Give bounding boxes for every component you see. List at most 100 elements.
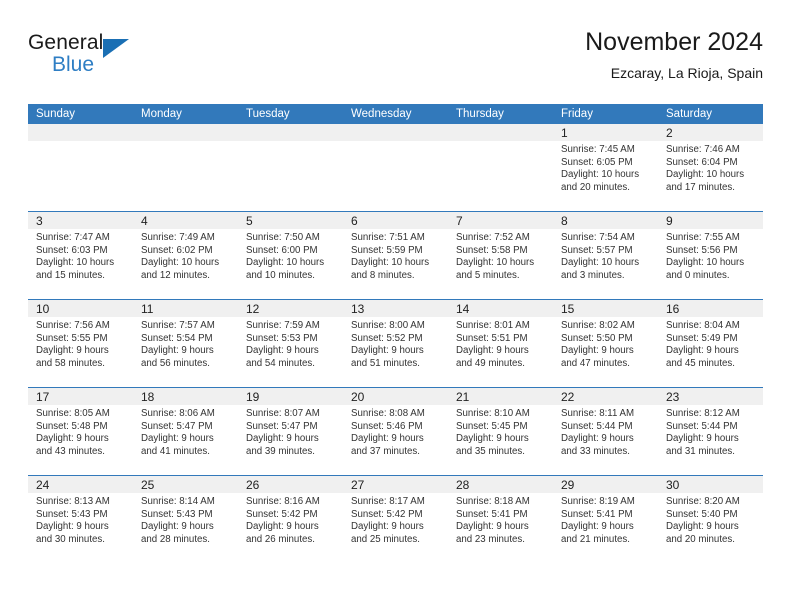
calendar-day-cell[interactable]: 9 Sunrise: 7:55 AM Sunset: 5:56 PM Daylight… (658, 212, 763, 299)
day-sun-info: Sunrise: 8:01 AM Sunset: 5:51 PM Daylight:… (448, 317, 553, 370)
day-sun-info: Sunrise: 7:50 AM Sunset: 6:00 PM Daylight:… (238, 229, 343, 282)
daylight-text-line2: and 12 minutes. (141, 269, 210, 281)
day-number: 3 (36, 214, 43, 228)
weekday-header-saturday: Saturday (666, 108, 713, 120)
calendar-day-cell[interactable]: 19 Sunrise: 8:07 AM Sunset: 5:47 PM Dayligh… (238, 388, 343, 475)
day-number: 22 (561, 390, 575, 404)
calendar-day-cell[interactable]: 3 Sunrise: 7:47 AM Sunset: 6:03 PM Daylight… (28, 212, 133, 299)
calendar-day-cell[interactable]: 15 Sunrise: 8:02 AM Sunset: 5:50 PM Dayligh… (553, 300, 658, 387)
daylight-text-line2: and 49 minutes. (456, 357, 525, 369)
calendar-day-cell[interactable]: 20 Sunrise: 8:08 AM Sunset: 5:46 PM Dayligh… (343, 388, 448, 475)
calendar-day-cell[interactable]: 11 Sunrise: 7:57 AM Sunset: 5:54 PM Dayligh… (133, 300, 238, 387)
calendar-day-cell[interactable]: 7 Sunrise: 7:52 AM Sunset: 5:58 PM Daylight… (448, 212, 553, 299)
daylight-text-line2: and 21 minutes. (561, 533, 630, 545)
daylight-text-line1: Daylight: 10 hours (351, 257, 430, 269)
day-sun-info: Sunrise: 8:02 AM Sunset: 5:50 PM Daylight:… (553, 317, 658, 370)
day-number-band (28, 124, 133, 141)
sunrise-text: Sunrise: 8:16 AM (246, 496, 320, 507)
calendar-day-cell[interactable]: 25 Sunrise: 8:14 AM Sunset: 5:43 PM Dayligh… (133, 476, 238, 563)
calendar-day-cell[interactable]: 28 Sunrise: 8:18 AM Sunset: 5:41 PM Dayligh… (448, 476, 553, 563)
daylight-text-line1: Daylight: 9 hours (141, 345, 214, 357)
sunrise-text: Sunrise: 8:11 AM (561, 408, 635, 419)
calendar-day-cell[interactable]: 12 Sunrise: 7:59 AM Sunset: 5:53 PM Dayligh… (238, 300, 343, 387)
sunset-text: Sunset: 6:02 PM (141, 244, 213, 256)
day-number-band: 7 (448, 212, 553, 229)
calendar-day-cell[interactable]: 1 Sunrise: 7:45 AM Sunset: 6:05 PM Daylight… (553, 124, 658, 211)
daylight-text-line2: and 56 minutes. (141, 357, 210, 369)
sunset-text: Sunset: 5:46 PM (351, 420, 423, 432)
sunset-text: Sunset: 5:50 PM (561, 332, 633, 344)
general-blue-logo[interactable]: General Blue (28, 30, 188, 86)
day-number-band: 30 (658, 476, 763, 493)
day-number-band: 23 (658, 388, 763, 405)
calendar-day-cell[interactable]: 10 Sunrise: 7:56 AM Sunset: 5:55 PM Dayligh… (28, 300, 133, 387)
daylight-text-line2: and 3 minutes. (561, 269, 625, 281)
daylight-text-line1: Daylight: 9 hours (246, 345, 319, 357)
daylight-text-line2: and 47 minutes. (561, 357, 630, 369)
calendar-day-cell[interactable]: 26 Sunrise: 8:16 AM Sunset: 5:42 PM Dayligh… (238, 476, 343, 563)
calendar-week-row: 1 Sunrise: 7:45 AM Sunset: 6:05 PM Daylight… (28, 124, 763, 211)
day-number: 4 (141, 214, 148, 228)
calendar-day-cell[interactable]: 22 Sunrise: 8:11 AM Sunset: 5:44 PM Dayligh… (553, 388, 658, 475)
daylight-text-line1: Daylight: 10 hours (666, 169, 745, 181)
day-number: 15 (561, 302, 575, 316)
calendar-day-cell[interactable]: 27 Sunrise: 8:17 AM Sunset: 5:42 PM Dayligh… (343, 476, 448, 563)
day-sun-info: Sunrise: 7:51 AM Sunset: 5:59 PM Daylight:… (343, 229, 448, 282)
calendar-day-cell[interactable]: 21 Sunrise: 8:10 AM Sunset: 5:45 PM Dayligh… (448, 388, 553, 475)
calendar-day-cell[interactable]: 29 Sunrise: 8:19 AM Sunset: 5:41 PM Dayligh… (553, 476, 658, 563)
sunset-text: Sunset: 5:55 PM (36, 332, 108, 344)
day-number: 18 (141, 390, 155, 404)
sunset-text: Sunset: 5:48 PM (36, 420, 108, 432)
calendar-day-cell[interactable]: 14 Sunrise: 8:01 AM Sunset: 5:51 PM Dayligh… (448, 300, 553, 387)
daylight-text-line2: and 35 minutes. (456, 445, 525, 457)
day-sun-info: Sunrise: 8:05 AM Sunset: 5:48 PM Daylight:… (28, 405, 133, 458)
day-number: 10 (36, 302, 50, 316)
day-sun-info: Sunrise: 8:00 AM Sunset: 5:52 PM Daylight:… (343, 317, 448, 370)
calendar-day-cell[interactable]: 18 Sunrise: 8:06 AM Sunset: 5:47 PM Dayligh… (133, 388, 238, 475)
sunrise-text: Sunrise: 7:55 AM (666, 232, 740, 243)
day-sun-info: Sunrise: 8:06 AM Sunset: 5:47 PM Daylight:… (133, 405, 238, 458)
calendar-day-cell[interactable]: 30 Sunrise: 8:20 AM Sunset: 5:40 PM Dayligh… (658, 476, 763, 563)
calendar-day-cell-empty (343, 124, 448, 211)
calendar-day-cell[interactable]: 8 Sunrise: 7:54 AM Sunset: 5:57 PM Daylight… (553, 212, 658, 299)
calendar-day-cell[interactable]: 13 Sunrise: 8:00 AM Sunset: 5:52 PM Dayligh… (343, 300, 448, 387)
sunset-text: Sunset: 5:44 PM (561, 420, 633, 432)
day-sun-info: Sunrise: 8:13 AM Sunset: 5:43 PM Daylight:… (28, 493, 133, 546)
sunset-text: Sunset: 6:03 PM (36, 244, 108, 256)
calendar-day-cell[interactable]: 6 Sunrise: 7:51 AM Sunset: 5:59 PM Daylight… (343, 212, 448, 299)
calendar-day-cell[interactable]: 23 Sunrise: 8:12 AM Sunset: 5:44 PM Dayligh… (658, 388, 763, 475)
day-number: 9 (666, 214, 673, 228)
daylight-text-line2: and 41 minutes. (141, 445, 210, 457)
day-sun-info: Sunrise: 7:52 AM Sunset: 5:58 PM Daylight:… (448, 229, 553, 282)
calendar-day-cell[interactable]: 17 Sunrise: 8:05 AM Sunset: 5:48 PM Dayligh… (28, 388, 133, 475)
day-number-band: 22 (553, 388, 658, 405)
daylight-text-line2: and 37 minutes. (351, 445, 420, 457)
daylight-text-line1: Daylight: 9 hours (36, 433, 109, 445)
day-sun-info: Sunrise: 8:11 AM Sunset: 5:44 PM Daylight:… (553, 405, 658, 458)
day-number: 30 (666, 478, 680, 492)
sunset-text: Sunset: 5:56 PM (666, 244, 738, 256)
sunset-text: Sunset: 5:57 PM (561, 244, 633, 256)
daylight-text-line1: Daylight: 9 hours (141, 521, 214, 533)
day-number-band: 3 (28, 212, 133, 229)
sunset-text: Sunset: 5:40 PM (666, 508, 738, 520)
daylight-text-line1: Daylight: 9 hours (456, 345, 529, 357)
sunrise-text: Sunrise: 7:59 AM (246, 320, 320, 331)
day-sun-info: Sunrise: 7:57 AM Sunset: 5:54 PM Daylight:… (133, 317, 238, 370)
calendar-day-cell[interactable]: 24 Sunrise: 8:13 AM Sunset: 5:43 PM Dayligh… (28, 476, 133, 563)
day-number: 7 (456, 214, 463, 228)
day-number: 12 (246, 302, 260, 316)
day-number-band: 18 (133, 388, 238, 405)
sunrise-text: Sunrise: 8:18 AM (456, 496, 530, 507)
calendar-day-cell[interactable]: 4 Sunrise: 7:49 AM Sunset: 6:02 PM Daylight… (133, 212, 238, 299)
day-sun-info: Sunrise: 7:56 AM Sunset: 5:55 PM Daylight:… (28, 317, 133, 370)
day-number-band: 29 (553, 476, 658, 493)
daylight-text-line1: Daylight: 9 hours (666, 521, 739, 533)
calendar-day-cell[interactable]: 16 Sunrise: 8:04 AM Sunset: 5:49 PM Dayligh… (658, 300, 763, 387)
daylight-text-line1: Daylight: 9 hours (666, 433, 739, 445)
calendar-day-cell[interactable]: 2 Sunrise: 7:46 AM Sunset: 6:04 PM Daylight… (658, 124, 763, 211)
weekday-header-sunday: Sunday (36, 108, 76, 120)
daylight-text-line2: and 39 minutes. (246, 445, 315, 457)
calendar-day-cell-empty (448, 124, 553, 211)
calendar-day-cell[interactable]: 5 Sunrise: 7:50 AM Sunset: 6:00 PM Daylight… (238, 212, 343, 299)
